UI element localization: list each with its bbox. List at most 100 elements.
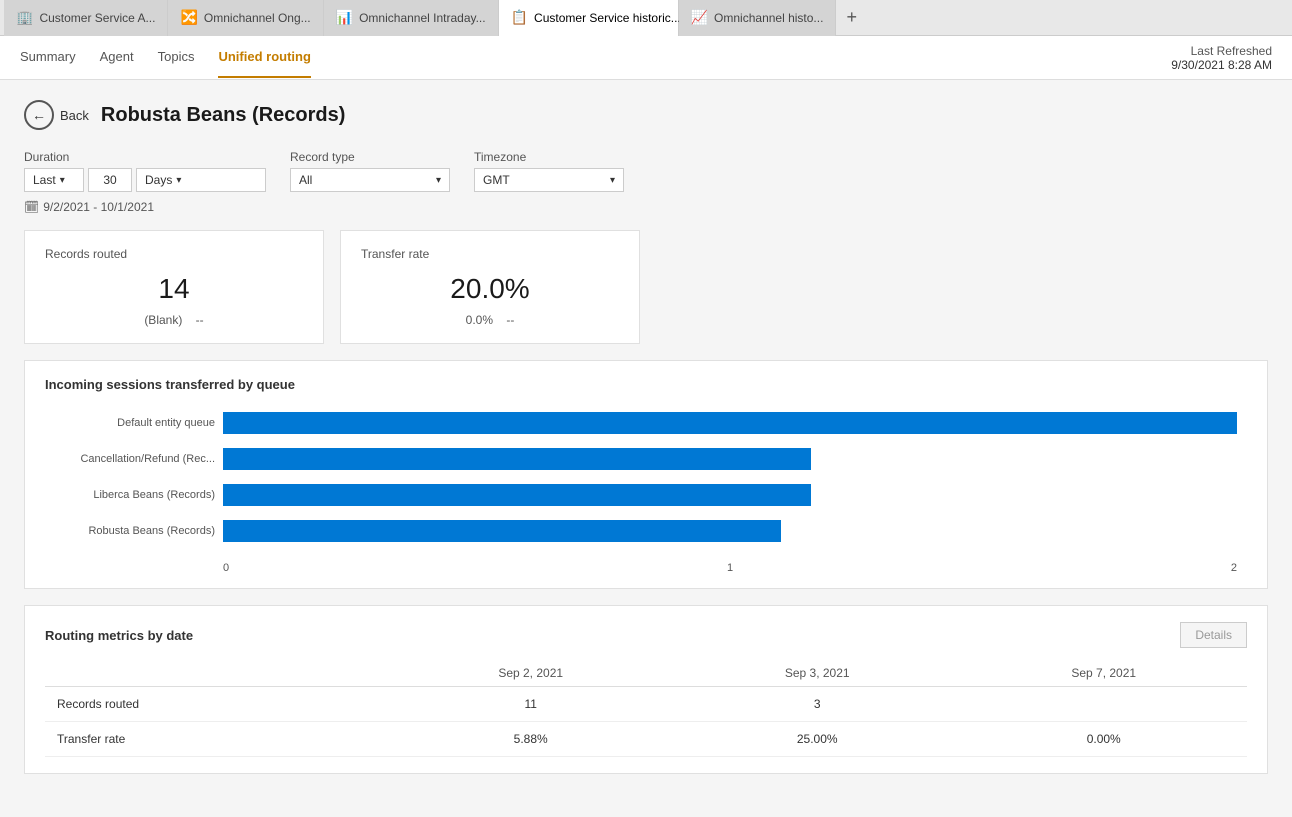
tab-bar: 🏢 Customer Service A... 🔀 Omnichannel On… — [0, 0, 1292, 36]
records-routed-value: 14 — [45, 273, 303, 305]
table-header-row: Sep 2, 2021 Sep 3, 2021 Sep 7, 2021 — [45, 660, 1247, 687]
bar-container-2 — [223, 448, 1237, 470]
records-routed-title: Records routed — [45, 247, 303, 261]
chart-section: Incoming sessions transferred by queue D… — [24, 360, 1268, 589]
duration-inputs: Last ▾ 30 Days ▾ — [24, 168, 266, 192]
cell-records-routed-sep3: 3 — [674, 687, 961, 722]
back-circle-icon: ← — [24, 100, 54, 130]
filters-row: Duration Last ▾ 30 Days ▾ Record type Al… — [24, 150, 1268, 192]
bar-label-4: Robusta Beans (Records) — [45, 525, 215, 537]
tab-label-3: Omnichannel Intraday... — [359, 11, 486, 25]
chart-title: Incoming sessions transferred by queue — [45, 377, 1247, 392]
records-routed-sub: (Blank) -- — [45, 313, 303, 327]
main-content: ← Back Robusta Beans (Records) Duration … — [0, 80, 1292, 817]
x-label-2: 2 — [1231, 562, 1237, 574]
record-type-value: All — [299, 173, 312, 187]
duration-prefix-chevron: ▾ — [60, 175, 65, 186]
records-routed-sub-label: (Blank) — [144, 313, 182, 327]
duration-prefix-select[interactable]: Last ▾ — [24, 168, 84, 192]
timezone-value: GMT — [483, 173, 510, 187]
timezone-label: Timezone — [474, 150, 624, 164]
cell-records-routed-sep7 — [960, 687, 1247, 722]
cell-transfer-rate-sep2: 5.88% — [387, 722, 674, 757]
col-header-sep3: Sep 3, 2021 — [674, 660, 961, 687]
duration-number-input[interactable]: 30 — [88, 168, 132, 192]
nav-agent[interactable]: Agent — [100, 37, 134, 78]
bar-chart: Default entity queue Cancellation/Refund… — [45, 412, 1247, 572]
page-title: Robusta Beans (Records) — [101, 104, 346, 127]
transfer-rate-sub: 0.0% -- — [361, 313, 619, 327]
tab-icon-2: 🔀 — [180, 9, 197, 26]
date-range: 🗓 9/2/2021 - 10/1/2021 — [24, 200, 1268, 214]
duration-label: Duration — [24, 150, 266, 164]
table-row-transfer-rate: Transfer rate 5.88% 25.00% 0.00% — [45, 722, 1247, 757]
bar-container-4 — [223, 520, 1237, 542]
transfer-rate-sub-label: 0.0% — [466, 313, 493, 327]
bar-container-1 — [223, 412, 1237, 434]
bar-container-3 — [223, 484, 1237, 506]
nav-summary[interactable]: Summary — [20, 37, 76, 78]
routing-table-title: Routing metrics by date — [45, 628, 193, 643]
duration-unit-select[interactable]: Days ▾ — [136, 168, 266, 192]
tab-icon-3: 📊 — [336, 9, 353, 26]
nav-bar: Summary Agent Topics Unified routing Las… — [0, 36, 1292, 80]
x-label-0: 0 — [223, 562, 229, 574]
kpi-row: Records routed 14 (Blank) -- Transfer ra… — [24, 230, 1268, 344]
timezone-select[interactable]: GMT ▾ — [474, 168, 624, 192]
record-type-chevron: ▾ — [436, 175, 441, 186]
table-row-records-routed: Records routed 11 3 — [45, 687, 1247, 722]
record-type-label: Record type — [290, 150, 450, 164]
tab-omnichannel-ongoing[interactable]: 🔀 Omnichannel Ong... — [168, 0, 323, 36]
x-axis: 0 1 2 — [223, 556, 1237, 562]
tab-omnichannel-intraday[interactable]: 📊 Omnichannel Intraday... — [324, 0, 499, 36]
add-tab-button[interactable]: + — [836, 7, 867, 28]
details-button[interactable]: Details — [1180, 622, 1247, 648]
bar-label-2: Cancellation/Refund (Rec... — [45, 453, 215, 465]
bar-row-3: Liberca Beans (Records) — [45, 484, 1237, 506]
bar-label-3: Liberca Beans (Records) — [45, 489, 215, 501]
transfer-rate-sub-value: -- — [506, 313, 514, 327]
cell-records-routed-sep2: 11 — [387, 687, 674, 722]
bar-fill-2 — [223, 448, 811, 470]
timezone-chevron: ▾ — [610, 175, 615, 186]
col-header-sep7: Sep 7, 2021 — [960, 660, 1247, 687]
tab-label-2: Omnichannel Ong... — [204, 11, 311, 25]
routing-metrics-section: Routing metrics by date Details Sep 2, 2… — [24, 605, 1268, 774]
records-routed-sub-value: -- — [196, 313, 204, 327]
nav-topics[interactable]: Topics — [158, 37, 195, 78]
routing-metrics-table: Sep 2, 2021 Sep 3, 2021 Sep 7, 2021 Reco… — [45, 660, 1247, 757]
record-type-filter: Record type All ▾ — [290, 150, 450, 192]
back-button[interactable]: ← Back — [24, 100, 89, 130]
col-header-sep2: Sep 2, 2021 — [387, 660, 674, 687]
col-header-metric — [45, 660, 387, 687]
tab-omnichannel-histo[interactable]: 📈 Omnichannel histo... — [679, 0, 837, 36]
table-section-header: Routing metrics by date Details — [45, 622, 1247, 648]
tab-label-5: Omnichannel histo... — [714, 11, 823, 25]
duration-unit-value: Days — [145, 173, 172, 187]
bar-fill-3 — [223, 484, 811, 506]
bar-row-2: Cancellation/Refund (Rec... — [45, 448, 1237, 470]
bar-row-4: Robusta Beans (Records) — [45, 520, 1237, 542]
nav-unified-routing[interactable]: Unified routing — [218, 37, 310, 78]
tab-customer-service-admin[interactable]: 🏢 Customer Service A... — [4, 0, 168, 36]
tab-label-4: Customer Service historic... — [534, 11, 681, 25]
cell-transfer-rate-sep3: 25.00% — [674, 722, 961, 757]
bar-fill-1 — [223, 412, 1237, 434]
record-type-select[interactable]: All ▾ — [290, 168, 450, 192]
date-range-value: 9/2/2021 - 10/1/2021 — [43, 200, 154, 214]
tab-icon-1: 🏢 — [16, 9, 33, 26]
bar-fill-4 — [223, 520, 781, 542]
bar-row-1: Default entity queue — [45, 412, 1237, 434]
last-refreshed-label: Last Refreshed — [1171, 44, 1272, 58]
duration-filter: Duration Last ▾ 30 Days ▾ — [24, 150, 266, 192]
x-label-1: 1 — [727, 562, 733, 574]
back-label: Back — [60, 108, 89, 123]
last-refreshed-info: Last Refreshed 9/30/2021 8:28 AM — [1171, 44, 1272, 72]
duration-unit-chevron: ▾ — [176, 175, 181, 186]
transfer-rate-card: Transfer rate 20.0% 0.0% -- — [340, 230, 640, 344]
transfer-rate-title: Transfer rate — [361, 247, 619, 261]
tab-label-1: Customer Service A... — [39, 11, 155, 25]
records-routed-card: Records routed 14 (Blank) -- — [24, 230, 324, 344]
duration-prefix-value: Last — [33, 173, 56, 187]
tab-customer-service-historic[interactable]: 📋 Customer Service historic... ✕ — [499, 0, 679, 36]
